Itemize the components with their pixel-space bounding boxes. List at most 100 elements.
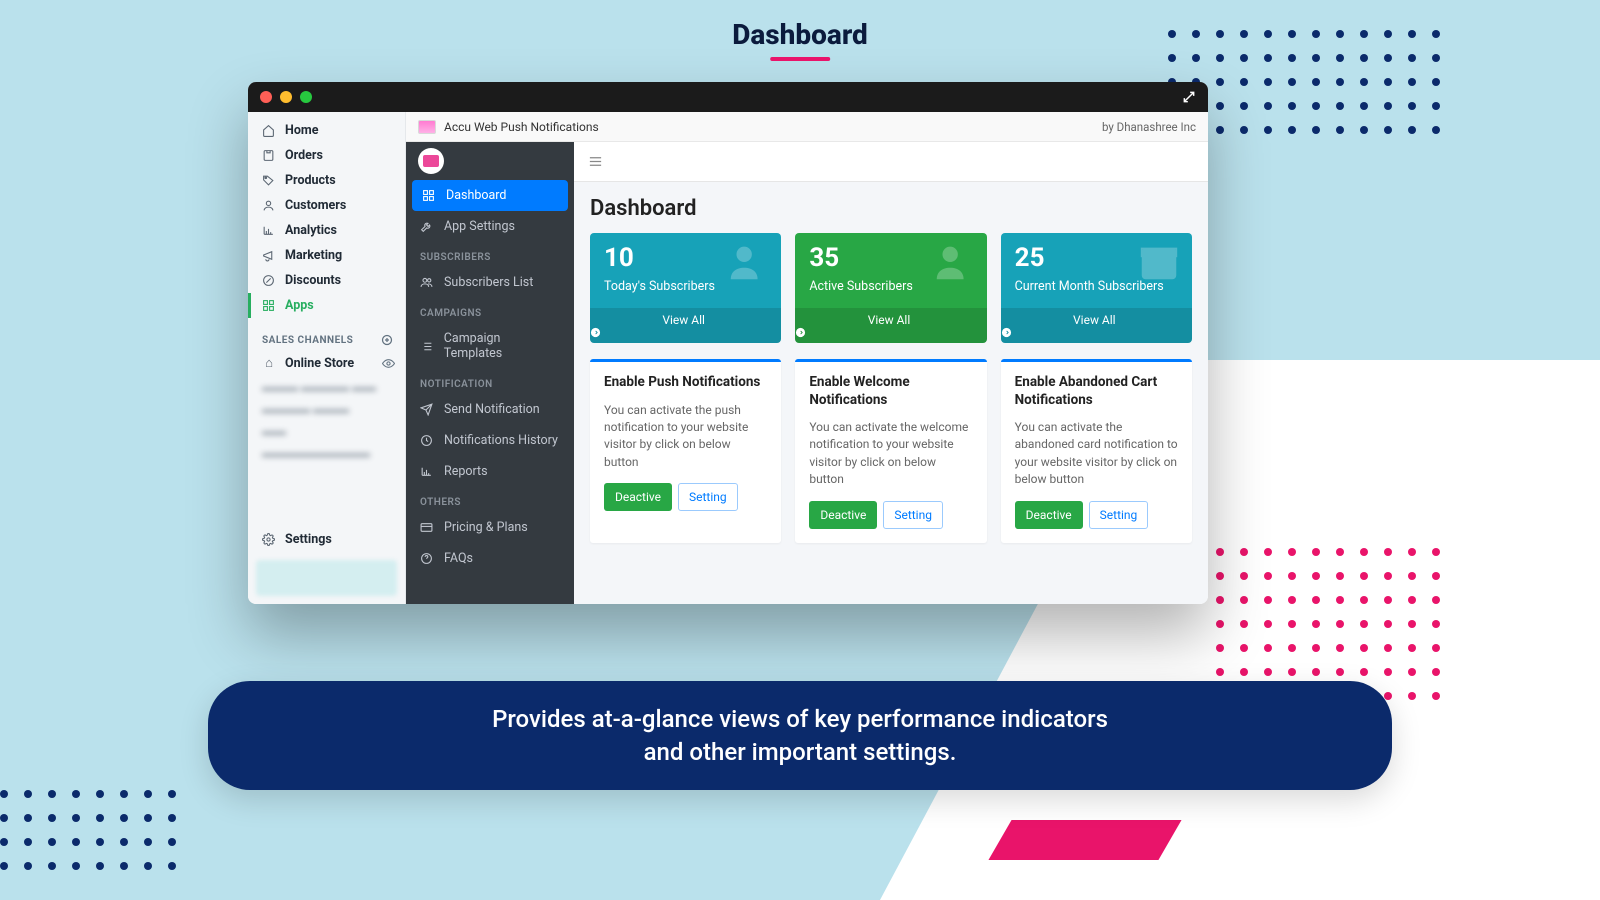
- sidebar-item-customers[interactable]: Customers: [248, 193, 405, 218]
- caption-line: and other important settings.: [268, 736, 1332, 768]
- sidebar-item-label: Analytics: [285, 223, 337, 238]
- sidebar-item-online-store[interactable]: ⌂ Online Store: [248, 350, 405, 376]
- view-all-link[interactable]: View All: [795, 308, 986, 343]
- nav-faqs[interactable]: FAQs: [406, 543, 574, 574]
- nav-label: App Settings: [444, 219, 515, 234]
- setting-button[interactable]: Setting: [1089, 501, 1149, 529]
- app-header: Accu Web Push Notifications by Dhanashre…: [406, 112, 1208, 142]
- sidebar-item-label: Customers: [285, 198, 346, 213]
- blurred-item: ▬▬: [248, 420, 405, 442]
- fullscreen-icon[interactable]: [1182, 90, 1196, 104]
- tag-icon: [262, 174, 276, 187]
- orders-icon: [262, 149, 276, 162]
- sidebar-item-label: Settings: [285, 532, 332, 547]
- content-heading: Dashboard: [590, 196, 1192, 221]
- deactive-button[interactable]: Deactive: [604, 483, 672, 511]
- nav-label: FAQs: [444, 551, 473, 566]
- sidebar-item-apps[interactable]: Apps: [248, 293, 405, 318]
- apps-icon: [262, 299, 276, 312]
- nav-subscribers-list[interactable]: Subscribers List: [406, 267, 574, 298]
- sidebar-item-label: Products: [285, 173, 336, 188]
- group-header: OTHERS: [406, 487, 574, 512]
- page-title-text: Dashboard: [732, 18, 868, 51]
- card-body: You can activate the abandoned card noti…: [1015, 419, 1178, 489]
- shopify-sidebar: HomeOrders Products Customers Analytics Mark…: [248, 112, 406, 604]
- nav-pricing-&-plans[interactable]: Pricing & Plans: [406, 512, 574, 543]
- group-header: CAMPAIGNS: [406, 298, 574, 323]
- window-titlebar: [248, 82, 1208, 112]
- arrow-right-icon: [1001, 327, 1192, 338]
- sidebar-item-marketing[interactable]: Marketing: [248, 243, 405, 268]
- blurred-card: [256, 560, 397, 596]
- history-icon: [420, 434, 434, 447]
- card-body: You can activate the welcome notificatio…: [809, 419, 972, 489]
- app-topbar: [574, 142, 1208, 182]
- home-icon: [262, 124, 276, 137]
- sidebar-item-orders[interactable]: Orders: [248, 143, 405, 168]
- card-title: Enable Welcome Notifications: [809, 374, 972, 409]
- stat-card: 25Current Month SubscribersView All: [1001, 233, 1192, 343]
- nav-dashboard[interactable]: Dashboard: [412, 180, 568, 211]
- blurred-item: ▬▬▬▬ ▬▬▬: [248, 398, 405, 420]
- wrench-icon: [420, 220, 434, 233]
- eye-icon[interactable]: [382, 357, 395, 370]
- setting-button[interactable]: Setting: [678, 483, 738, 511]
- view-all-link[interactable]: View All: [1001, 308, 1192, 343]
- list-icon: [420, 340, 434, 353]
- sidebar-item-label: Marketing: [285, 248, 342, 263]
- maximize-icon[interactable]: [300, 91, 312, 103]
- arrow-right-icon: [590, 327, 781, 338]
- send-icon: [420, 403, 434, 416]
- page-title: Dashboard: [732, 18, 868, 61]
- deactive-button[interactable]: Deactive: [1015, 501, 1083, 529]
- deactive-button[interactable]: Deactive: [809, 501, 877, 529]
- grid-icon: [422, 189, 436, 202]
- settings-card: Enable Push NotificationsYou can activat…: [590, 359, 781, 543]
- nav-label: Campaign Templates: [444, 331, 560, 361]
- nav-campaign-templates[interactable]: Campaign Templates: [406, 323, 574, 369]
- settings-card: Enable Welcome Notifications You can acti…: [795, 359, 986, 543]
- sidebar-item-home[interactable]: Home: [248, 118, 405, 143]
- blurred-item: ▬▬▬▬▬▬▬▬▬: [248, 442, 405, 464]
- card-title: Enable Push Notifications: [604, 374, 767, 392]
- nav-label: Subscribers List: [444, 275, 533, 290]
- nav-label: Pricing & Plans: [444, 520, 528, 535]
- add-channel-icon[interactable]: [381, 334, 393, 346]
- horn-icon: [262, 249, 276, 262]
- sidebar-item-products[interactable]: Products: [248, 168, 405, 193]
- sidebar-item-label: Apps: [285, 298, 314, 313]
- nav-reports[interactable]: Reports: [406, 456, 574, 487]
- card-title: Enable Abandoned Cart Notifications: [1015, 374, 1178, 409]
- store-icon: ⌂: [262, 355, 276, 371]
- sidebar-item-discounts[interactable]: Discounts: [248, 268, 405, 293]
- setting-button[interactable]: Setting: [883, 501, 943, 529]
- nav-label: Send Notification: [444, 402, 540, 417]
- user-clock-icon: [725, 239, 771, 285]
- caption-bar: Provides at-a-glance views of key perfor…: [208, 681, 1392, 790]
- app-logo-icon: [418, 120, 436, 134]
- app-sidebar: Dashboard App Settings SUBSCRIBERS Subscri…: [406, 142, 574, 604]
- group-header: SUBSCRIBERS: [406, 242, 574, 267]
- chart-icon: [262, 224, 276, 237]
- user-icon: [262, 199, 276, 212]
- sidebar-item-label: Online Store: [285, 356, 354, 371]
- nav-label: Reports: [444, 464, 488, 479]
- stat-card: 10Today's SubscribersView All: [590, 233, 781, 343]
- view-all-link[interactable]: View All: [590, 308, 781, 343]
- arrow-right-icon: [795, 327, 986, 338]
- nav-app-settings[interactable]: App Settings: [406, 211, 574, 242]
- sales-channels-header: SALES CHANNELS: [262, 335, 353, 346]
- sidebar-item-analytics[interactable]: Analytics: [248, 218, 405, 243]
- gear-icon: [262, 533, 276, 546]
- group-header: NOTIFICATION: [406, 369, 574, 394]
- nav-send-notification[interactable]: Send Notification: [406, 394, 574, 425]
- nav-notifications-history[interactable]: Notifications History: [406, 425, 574, 456]
- nav-label: Dashboard: [446, 188, 506, 203]
- hamburger-icon[interactable]: [588, 154, 603, 169]
- nav-label: Notifications History: [444, 433, 558, 448]
- blurred-item: ▬▬▬ ▬▬▬▬ ▬▬: [248, 376, 405, 398]
- sidebar-item-settings[interactable]: Settings: [248, 527, 405, 552]
- app-author: by Dhanashree Inc: [1102, 120, 1196, 134]
- minimize-icon[interactable]: [280, 91, 292, 103]
- close-icon[interactable]: [260, 91, 272, 103]
